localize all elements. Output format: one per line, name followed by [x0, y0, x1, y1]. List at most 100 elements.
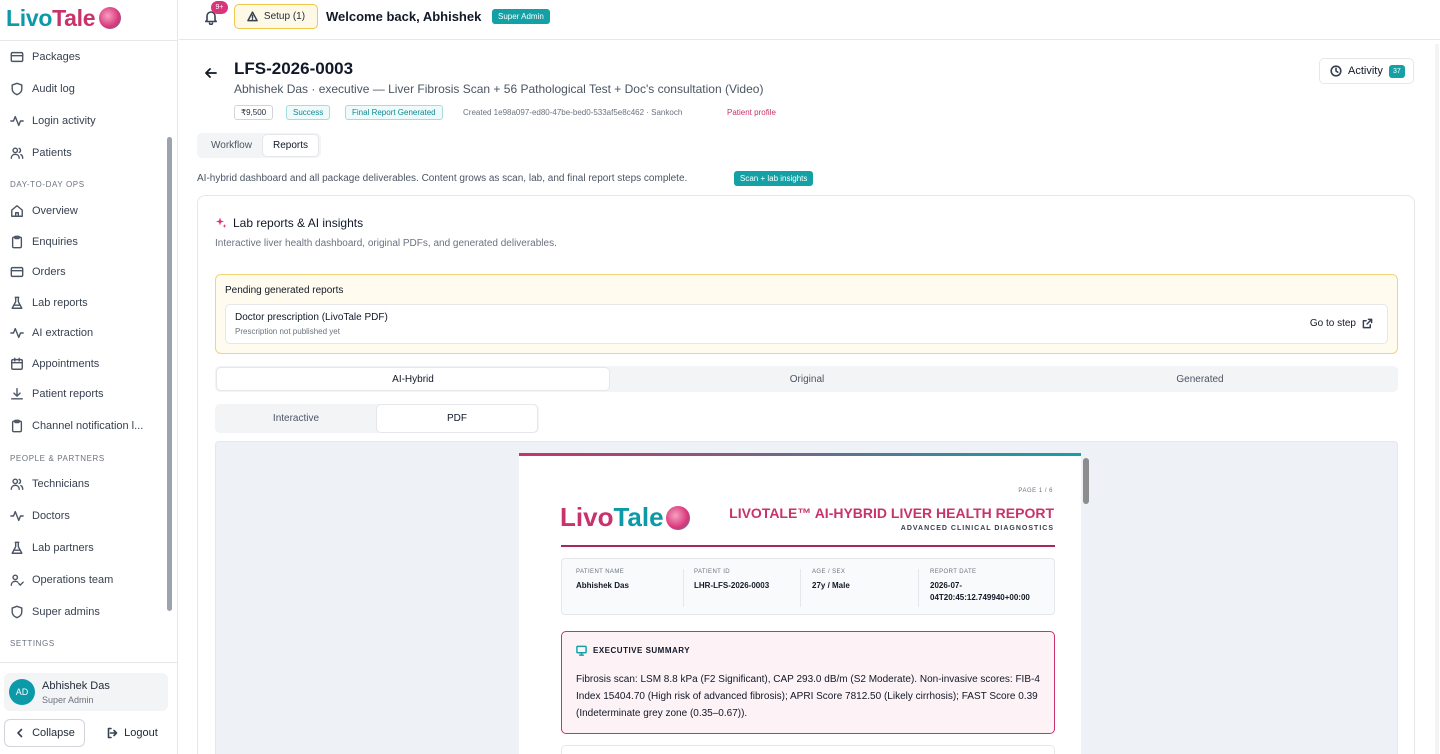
sidebar-item-label: Lab reports [32, 297, 88, 309]
home-icon [11, 205, 23, 217]
sidebar-item-label: Overview [32, 205, 78, 217]
tab-reports[interactable]: Reports [263, 135, 318, 156]
info-value: 2026-07-04T20:45:12.749940+00:00 [930, 581, 1030, 602]
setup-label: Setup (1) [263, 11, 306, 22]
report-format-tabs: Interactive PDF [215, 404, 539, 433]
sidebar-item-label: Technicians [32, 478, 90, 490]
avatar: AD [9, 679, 35, 705]
role-badge: Super Admin [492, 9, 550, 24]
pdf-top-accent [519, 453, 1081, 456]
section-heading-people: PEOPLE & PARTNERS [10, 454, 105, 463]
pdf-next-section [561, 745, 1055, 754]
sidebar-scrollbar[interactable] [167, 137, 172, 611]
sidebar-item-label: Enquiries [32, 236, 78, 248]
clipboard-icon [11, 419, 23, 433]
activity-icon [10, 115, 24, 127]
section-heading-ops: DAY-TO-DAY OPS [10, 180, 85, 189]
sidebar-item-appointments[interactable]: Appointments [10, 352, 99, 376]
user-card[interactable]: AD Abhishek Das Super Admin [4, 673, 168, 711]
chevron-left-icon [17, 728, 23, 738]
sidebar-item-label: Packages [32, 51, 81, 63]
sidebar-item-patients[interactable]: Patients [10, 141, 72, 165]
pdf-report-subtitle: ADVANCED CLINICAL DIAGNOSTICS [900, 525, 1054, 532]
patient-profile-link[interactable]: Patient profile [727, 108, 776, 117]
collapse-button[interactable]: Collapse [4, 719, 85, 747]
tab-ai-hybrid[interactable]: AI-Hybrid [217, 368, 609, 390]
sidebar-item-technicians[interactable]: Technicians [10, 472, 89, 496]
monitor-icon [576, 645, 587, 656]
user-name: Abhishek Das [42, 680, 110, 692]
pdf-divider [561, 545, 1055, 547]
sidebar-item-orders[interactable]: Orders [10, 260, 66, 284]
activity-button[interactable]: Activity 37 [1319, 58, 1414, 84]
sidebar-item-audit-log[interactable]: Audit log [10, 77, 75, 101]
warning-icon [247, 11, 258, 22]
download-icon [11, 388, 23, 400]
pdf-report-title: LIVOTALE™ AI-HYBRID LIVER HEALTH REPORT [729, 505, 1054, 521]
payment-status-badge: Success [286, 105, 331, 120]
sidebar-item-overview[interactable]: Overview [10, 199, 78, 223]
info-value: LHR-LFS-2026-0003 [694, 581, 770, 590]
app-logo[interactable]: LivoTale [6, 5, 122, 31]
sidebar-item-label: AI extraction [32, 327, 94, 339]
card-title-text: Lab reports & AI insights [233, 216, 364, 230]
section-heading-settings: SETTINGS [10, 639, 55, 648]
pdf-logo-part2: Tale [613, 502, 664, 532]
back-button[interactable] [204, 66, 218, 80]
sidebar-item-super-admins[interactable]: Super admins [10, 600, 100, 624]
sparkles-icon [216, 217, 227, 228]
sidebar-item-operations-team[interactable]: Operations team [10, 568, 113, 592]
calendar-icon [11, 357, 23, 370]
setup-button[interactable]: Setup (1) [234, 4, 318, 29]
tab-interactive[interactable]: Interactive [216, 405, 376, 432]
go-to-step-button[interactable]: Go to step [1310, 318, 1373, 329]
info-report-date: REPORT DATE 2026-07-04T20:45:12.749940+0… [930, 569, 1048, 604]
logout-button[interactable]: Logout [96, 719, 168, 747]
pdf-logo-part1: Livo [560, 502, 614, 532]
pdf-scrollbar[interactable] [1083, 458, 1089, 504]
sidebar-item-ai-extraction[interactable]: AI extraction [10, 321, 93, 345]
sidebar-item-packages[interactable]: Packages [10, 45, 80, 69]
tab-pdf[interactable]: PDF [377, 405, 537, 432]
sidebar-item-lab-partners[interactable]: Lab partners [10, 536, 94, 560]
sidebar-item-lab-reports[interactable]: Lab reports [10, 291, 88, 315]
logo-mark-icon [99, 7, 122, 29]
arrow-left-icon [205, 68, 217, 78]
flask-icon [11, 541, 23, 554]
pdf-patient-info: PATIENT NAME Abhishek Das PATIENT ID LHR… [561, 558, 1055, 615]
sidebar-item-label: Doctors [32, 510, 70, 522]
tab-original[interactable]: Original [611, 368, 1003, 390]
sidebar-item-enquiries[interactable]: Enquiries [10, 230, 78, 254]
flask-icon [11, 296, 23, 309]
logout-icon [107, 727, 118, 739]
main-scrollbar[interactable] [1435, 44, 1439, 754]
go-to-step-label: Go to step [1309, 318, 1356, 329]
sidebar-item-label: Orders [32, 266, 66, 278]
pdf-logo-mark-icon [665, 505, 690, 530]
info-patient-name: PATIENT NAME Abhishek Das [576, 569, 676, 592]
tab-workflow[interactable]: Workflow [201, 135, 262, 156]
price-badge: ₹9,500 [234, 105, 274, 120]
pdf-page-number: PAGE 1 / 6 [1018, 488, 1053, 494]
info-age-sex: AGE / SEX 27y / Male [812, 569, 912, 592]
pdf-viewer[interactable]: PAGE 1 / 6 LivoTale LIVOTALE™ AI-HYBRID … [215, 441, 1398, 754]
sidebar-item-patient-reports[interactable]: Patient reports [10, 382, 104, 406]
activity-icon [10, 510, 24, 522]
collapse-label: Collapse [32, 727, 75, 739]
tab-generated[interactable]: Generated [1004, 368, 1396, 390]
sidebar-item-channel-notifications[interactable]: Channel notification l... [10, 414, 143, 438]
sidebar-item-label: Appointments [32, 358, 100, 370]
sidebar-item-label: Login activity [32, 115, 96, 127]
sidebar-item-doctors[interactable]: Doctors [10, 504, 70, 528]
pending-reports-panel: Pending generated reports Doctor prescri… [215, 274, 1398, 354]
sidebar-bottom-divider [0, 662, 178, 663]
package-icon [10, 51, 24, 63]
info-value: Abhishek Das [576, 581, 629, 590]
info-separator [683, 569, 684, 607]
sidebar-item-login-activity[interactable]: Login activity [10, 109, 96, 133]
logout-label: Logout [124, 727, 158, 739]
page-title: LFS-2026-0003 [234, 59, 354, 78]
top-bar: 9+ Setup (1) Welcome back, Abhishek Supe… [179, 0, 1440, 40]
card-title: Lab reports & AI insights [215, 216, 363, 230]
sidebar-item-label: Patients [32, 147, 72, 159]
